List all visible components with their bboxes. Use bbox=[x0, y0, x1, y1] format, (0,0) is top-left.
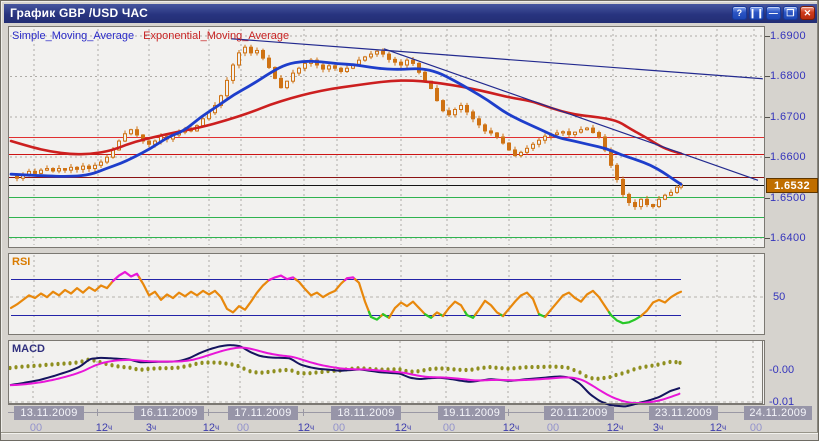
price-axis-tick bbox=[765, 117, 770, 118]
main-chart-svg bbox=[9, 27, 764, 247]
price-chart-panel[interactable] bbox=[8, 26, 765, 248]
date-label: 23.11.2009 bbox=[649, 406, 718, 420]
date-label: 18.11.2009 bbox=[331, 406, 401, 420]
price-axis-label: 1.6800 bbox=[770, 70, 818, 82]
macd-chart-panel[interactable] bbox=[8, 340, 765, 405]
restore-button[interactable]: ❐ bbox=[783, 6, 798, 20]
rsi-panel-label: RSI bbox=[12, 256, 30, 268]
window-title: График GBP /USD ЧАС bbox=[10, 6, 148, 20]
support-resistance-levels bbox=[9, 138, 764, 238]
date-label: 19.11.2009 bbox=[438, 406, 505, 420]
macd-line bbox=[10, 345, 680, 406]
macd-zero-axis-label: -0.00 bbox=[769, 364, 794, 376]
macd-signal-line bbox=[10, 348, 680, 403]
chart-window: График GBP /USD ЧАС ?❙❙—❐✕ Simple_Moving… bbox=[0, 0, 819, 441]
price-axis-tick bbox=[765, 76, 770, 77]
help-button[interactable]: ? bbox=[732, 6, 747, 20]
date-label: 20.11.2009 bbox=[544, 406, 614, 420]
sma-line bbox=[11, 61, 681, 184]
price-axis-label: 1.6700 bbox=[770, 111, 818, 123]
current-price-badge: 1.6532 bbox=[766, 178, 818, 193]
window-bottom-frame bbox=[1, 433, 819, 440]
window-buttons: ?❙❙—❐✕ bbox=[732, 6, 815, 20]
title-bar[interactable]: График GBP /USD ЧАС ?❙❙—❐✕ bbox=[4, 4, 817, 23]
sma-legend-label: Simple_Moving_Average bbox=[12, 30, 134, 42]
price-axis-tick bbox=[765, 198, 770, 199]
price-axis-label: 1.6900 bbox=[770, 30, 818, 42]
minimize-button[interactable]: — bbox=[766, 6, 781, 20]
price-axis-tick bbox=[765, 36, 770, 37]
price-axis-label: 1.6600 bbox=[770, 151, 818, 163]
date-label: 24.11.2009 bbox=[744, 406, 812, 420]
price-axis-label: 1.6400 bbox=[770, 232, 818, 244]
rsi-axis-label: 50 bbox=[773, 291, 785, 303]
rsi-grid bbox=[10, 255, 763, 333]
price-axis-tick bbox=[765, 157, 770, 158]
rsi-chart-svg bbox=[9, 254, 764, 334]
pause-button[interactable]: ❙❙ bbox=[749, 6, 764, 20]
close-button[interactable]: ✕ bbox=[800, 6, 815, 20]
ema-legend-label: Exponential_Moving_Average bbox=[143, 30, 289, 42]
price-axis-tick bbox=[765, 238, 770, 239]
date-label: 17.11.2009 bbox=[228, 406, 298, 420]
date-label: 16.11.2009 bbox=[134, 406, 204, 420]
date-label: 13.11.2009 bbox=[14, 406, 84, 420]
indicator-legend: Simple_Moving_Average Exponential_Moving… bbox=[12, 30, 289, 42]
rsi-chart-panel[interactable] bbox=[8, 253, 765, 335]
price-axis-label: 1.6500 bbox=[770, 192, 818, 204]
macd-panel-label: MACD bbox=[12, 343, 45, 355]
